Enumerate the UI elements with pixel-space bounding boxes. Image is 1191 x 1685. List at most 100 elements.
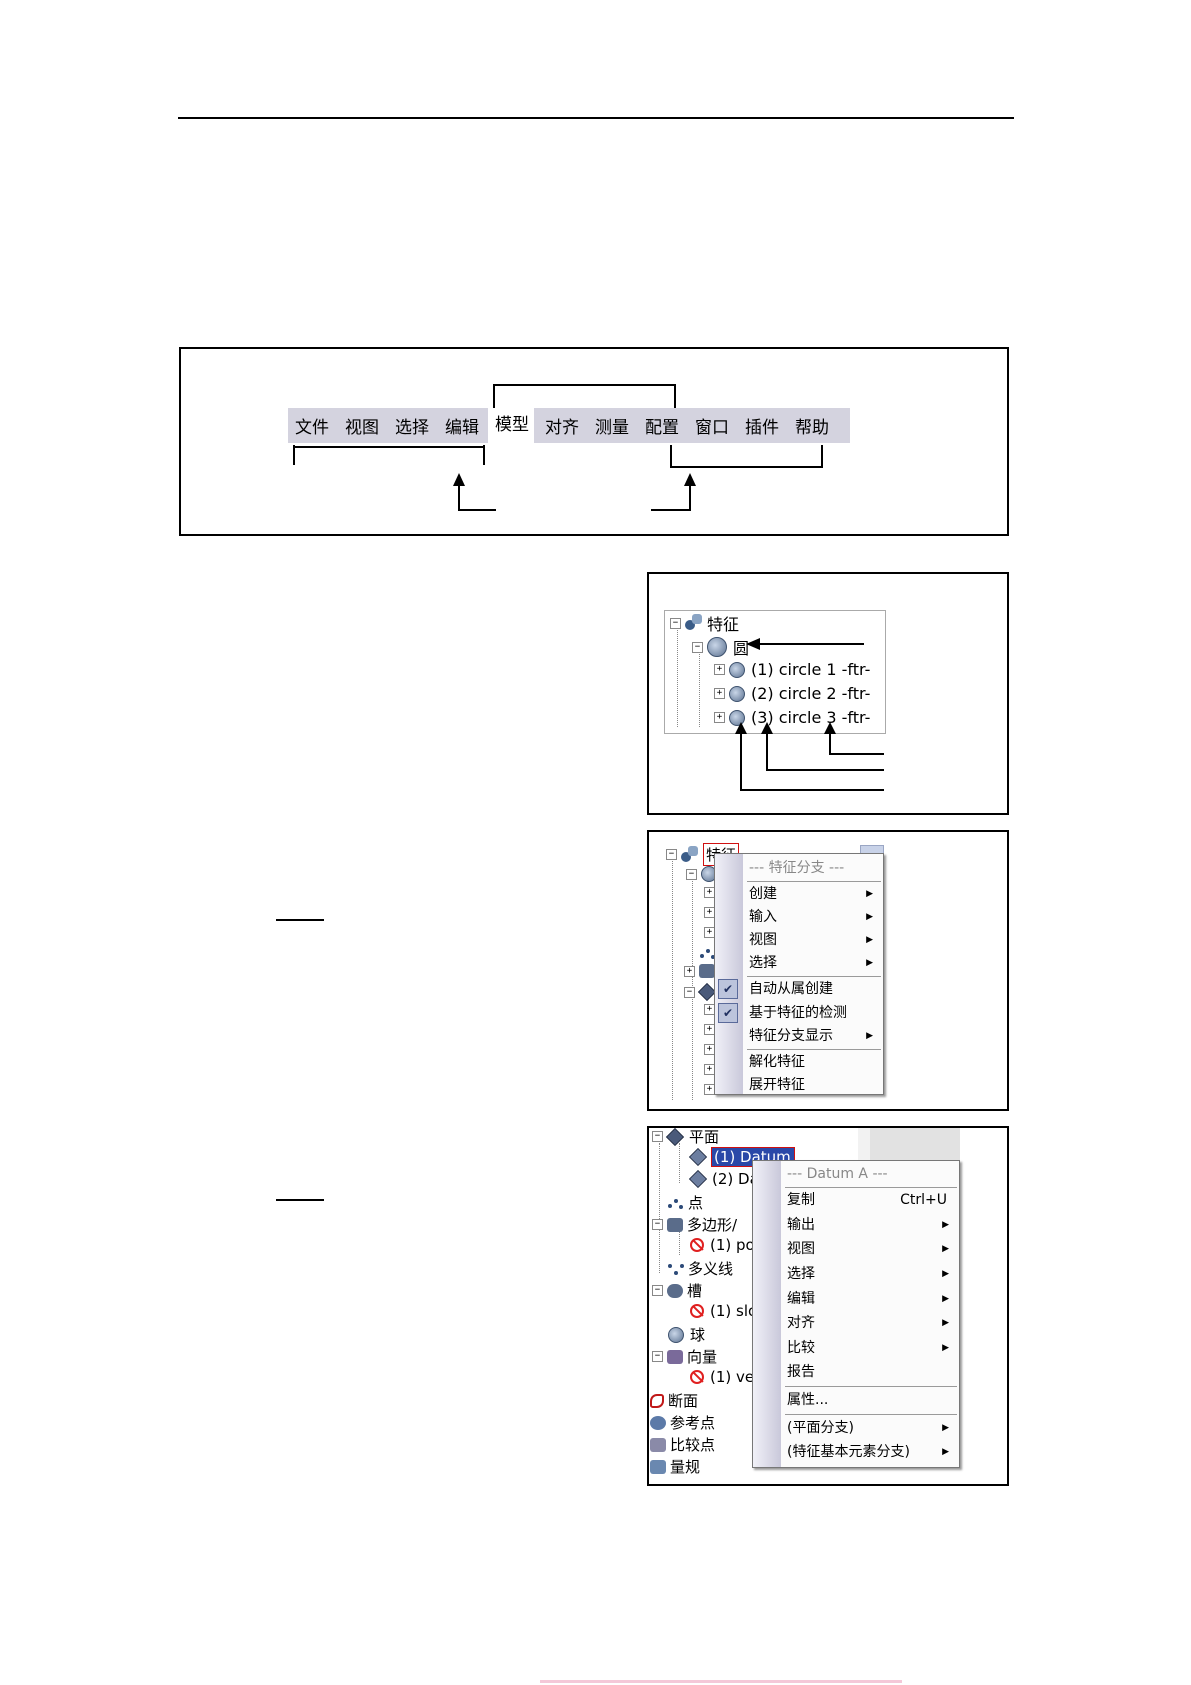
menu-item-select[interactable]: 选择 ▶ <box>787 1264 953 1284</box>
menu-edit[interactable]: 编辑 <box>438 413 479 438</box>
menu-item-branch-display[interactable]: 特征分支显示 ▶ <box>749 1026 877 1046</box>
tree-node-reference-point[interactable]: 参考点 <box>650 1412 715 1433</box>
submenu-arrow-icon: ▶ <box>942 1269 949 1279</box>
menu-item-view[interactable]: 视图 ▶ <box>787 1239 953 1259</box>
menu-config[interactable]: 配置 <box>638 413 679 438</box>
callout-arrows <box>735 638 884 791</box>
collapse-icon[interactable]: − <box>666 849 677 860</box>
collapse-icon[interactable]: − <box>684 986 695 998</box>
submenu-arrow-icon: ▶ <box>942 1220 949 1230</box>
menu-item-align[interactable]: 对齐 ▶ <box>787 1313 953 1333</box>
disabled-icon <box>690 1238 704 1252</box>
menu-item-compare[interactable]: 比较 ▶ <box>787 1338 953 1358</box>
menu-item-input[interactable]: 输入 ▶ <box>749 907 877 927</box>
tree-node-vector[interactable]: − 向量 <box>652 1346 717 1367</box>
collapse-icon[interactable]: − <box>652 1351 663 1362</box>
menu-item-properties[interactable]: 属性... <box>787 1390 953 1410</box>
menu-item-edit[interactable]: 编辑 ▶ <box>787 1289 953 1309</box>
expand-icon[interactable]: + <box>714 712 725 723</box>
menu-item-report[interactable]: 报告 <box>787 1362 953 1382</box>
menu-item-dissolve[interactable]: 解化特征 <box>749 1052 877 1072</box>
tree-node-section[interactable]: 断面 <box>650 1390 698 1411</box>
shortcut-label: Ctrl+U <box>900 1192 947 1208</box>
section-icon <box>650 1393 664 1408</box>
polyline-icon <box>668 1262 684 1276</box>
collapse-icon[interactable]: − <box>652 1131 663 1142</box>
submenu-arrow-icon: ▶ <box>942 1244 949 1254</box>
collapse-icon[interactable]: − <box>670 617 681 629</box>
reference-point-icon <box>650 1415 666 1430</box>
feature-icon <box>685 614 703 632</box>
plane-icon <box>665 1127 685 1146</box>
collapse-icon[interactable]: − <box>652 1219 663 1230</box>
plane-icon <box>688 1169 708 1189</box>
menu-item-copy[interactable]: 复制 Ctrl+U <box>787 1190 953 1210</box>
tree-node-compare-point[interactable]: 比较点 <box>650 1434 715 1455</box>
tree-node-slot-1[interactable]: (1) slo <box>690 1302 757 1320</box>
collapse-icon[interactable]: − <box>692 641 703 653</box>
tree-root[interactable]: − 特征 <box>670 611 739 635</box>
menu-item-output[interactable]: 输出 ▶ <box>787 1215 953 1235</box>
datum-context-menu: --- Datum A --- 复制 Ctrl+U 输出 ▶ 视图 ▶ 选择 ▶ 编辑 ▶… <box>752 1160 960 1468</box>
tree-node-gauge[interactable]: 量规 <box>650 1456 700 1477</box>
menu-item-expand[interactable]: 展开特征 <box>749 1075 877 1095</box>
check-icon: ✔ <box>718 979 738 999</box>
menu-measure[interactable]: 测量 <box>588 413 629 438</box>
disabled-icon <box>690 1304 704 1318</box>
vector-icon <box>667 1349 683 1364</box>
gauge-icon <box>650 1459 666 1474</box>
polygon-icon <box>667 1217 683 1232</box>
sphere-icon <box>668 1326 684 1343</box>
menu-header: --- 特征分支 --- <box>749 860 845 876</box>
menu-header: --- Datum A --- <box>787 1166 888 1182</box>
menu-model[interactable]: 模型 <box>488 408 534 443</box>
submenu-arrow-icon: ▶ <box>942 1423 949 1433</box>
submenu-arrow-icon: ▶ <box>866 1031 873 1041</box>
slot-icon <box>667 1283 683 1298</box>
submenu-arrow-icon: ▶ <box>866 912 873 922</box>
menu-plugins[interactable]: 插件 <box>738 413 779 438</box>
submenu-arrow-icon: ▶ <box>942 1294 949 1304</box>
expand-icon[interactable]: + <box>714 688 725 699</box>
menu-item-feature-inspection[interactable]: 基于特征的检测 <box>749 1003 877 1023</box>
menu-item-auto-dependent[interactable]: 自动从属创建 <box>749 979 877 999</box>
shape-icon <box>699 964 715 978</box>
tree-node-slot[interactable]: − 槽 <box>652 1280 702 1301</box>
plane-icon <box>688 1147 708 1167</box>
compare-point-icon <box>650 1437 666 1452</box>
circle-group-icon <box>707 637 727 657</box>
submenu-arrow-icon: ▶ <box>866 958 873 968</box>
menu-view[interactable]: 视图 <box>338 413 379 438</box>
collapse-icon[interactable]: − <box>652 1285 663 1296</box>
tree-node-polygon[interactable]: − 多边形/ <box>652 1214 737 1235</box>
check-icon: ✔ <box>718 1003 738 1023</box>
menu-align[interactable]: 对齐 <box>538 413 579 438</box>
menu-window[interactable]: 窗口 <box>688 413 729 438</box>
menu-item-basic-element-branch[interactable]: (特征基本元素分支) ▶ <box>787 1442 953 1462</box>
menu-bar: 文件 视图 选择 编辑 模型 对齐 测量 配置 窗口 插件 帮助 <box>288 408 850 443</box>
pointer-arrows <box>453 473 696 511</box>
menu-item-view[interactable]: 视图 ▶ <box>749 930 877 950</box>
footer-mark <box>540 1680 902 1683</box>
menu-item-create[interactable]: 创建 ▶ <box>749 884 877 904</box>
tree-node-point[interactable]: 点 <box>668 1192 703 1213</box>
tree-node-datum-b[interactable]: (2) Da <box>688 1169 759 1189</box>
menu-file[interactable]: 文件 <box>288 413 329 438</box>
collapse-icon[interactable]: − <box>686 868 697 880</box>
menu-help[interactable]: 帮助 <box>788 413 829 438</box>
menu-item-plane-branch[interactable]: (平面分支) ▶ <box>787 1418 953 1438</box>
points-icon <box>668 1196 684 1210</box>
expand-icon[interactable]: + <box>714 664 725 675</box>
tree-node-polyline[interactable]: 多义线 <box>668 1258 733 1279</box>
tree-node-plane[interactable]: − 平面 <box>652 1126 719 1147</box>
submenu-arrow-icon: ▶ <box>866 889 873 899</box>
submenu-arrow-icon: ▶ <box>942 1447 949 1457</box>
menu-select[interactable]: 选择 <box>388 413 429 438</box>
header-rule <box>178 117 1014 119</box>
menu-item-select[interactable]: 选择 ▶ <box>749 953 877 973</box>
tree-node-polygon-1[interactable]: (1) po <box>690 1236 755 1254</box>
tree-node-sphere[interactable]: 球 <box>668 1324 705 1345</box>
tree-node-vector-1[interactable]: (1) ve <box>690 1368 754 1386</box>
expand-icon[interactable]: + <box>684 965 695 977</box>
short-underline <box>276 1199 324 1201</box>
